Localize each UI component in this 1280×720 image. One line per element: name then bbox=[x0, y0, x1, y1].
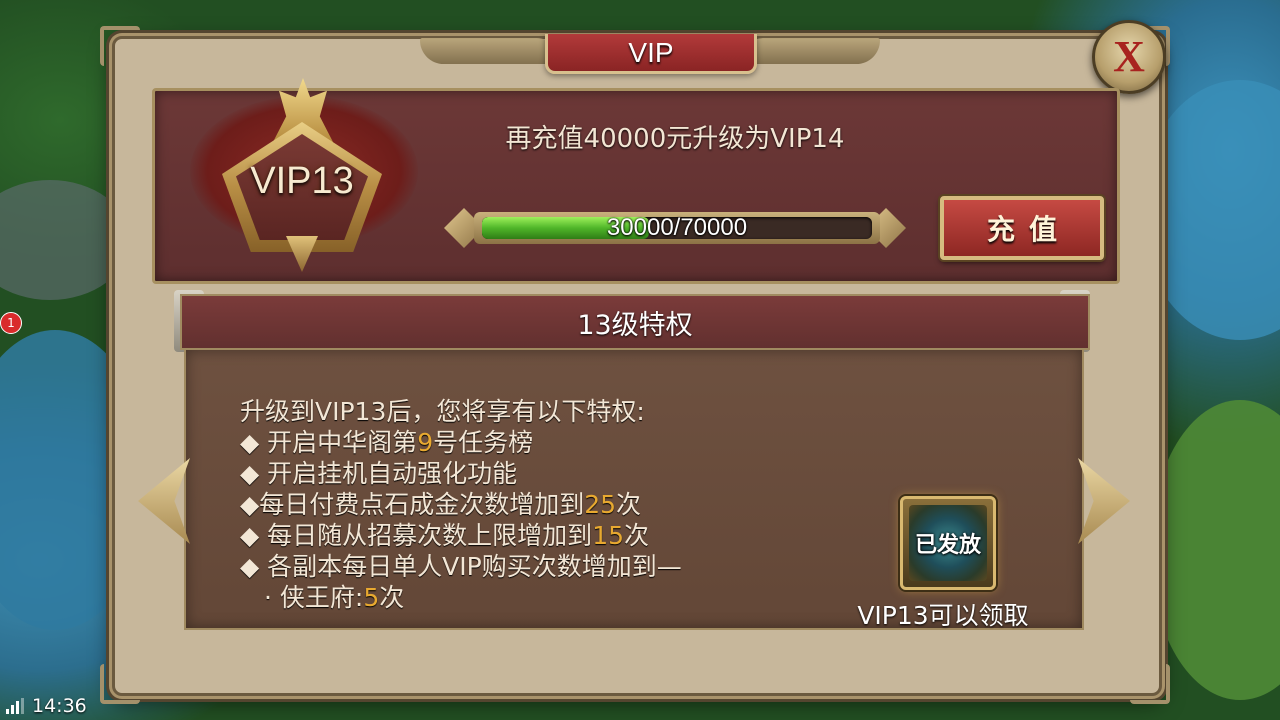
progress-text: 30000/70000 bbox=[606, 214, 748, 241]
reward-caption: VIP13可以领取 bbox=[857, 601, 1029, 630]
dialog-title: VIP bbox=[628, 36, 674, 68]
privilege-item: ◆ 开启挂机自动强化功能 bbox=[240, 459, 518, 488]
privilege-item: ◆ 每日随从招募次数上限增加到15次 bbox=[240, 521, 650, 550]
recharge-button[interactable]: 充值 bbox=[940, 196, 1104, 260]
frame-corner-ornament bbox=[1130, 664, 1170, 704]
reward-status-badge: 已发放 bbox=[914, 533, 981, 558]
rock-terrain bbox=[0, 180, 130, 300]
privilege-header: 13级特权 bbox=[180, 294, 1090, 350]
title-ornament bbox=[420, 38, 560, 64]
grass-terrain bbox=[1150, 400, 1280, 700]
privilege-list: 升级到VIP13后，您将享有以下特权: ◆ 开启中华阁第9号任务榜 ◆ 开启挂机… bbox=[240, 396, 840, 613]
clock-time: 14:36 bbox=[32, 695, 87, 717]
status-bar: 14:36 bbox=[6, 694, 87, 718]
upgrade-message: 再充值40000元升级为VIP14 bbox=[505, 124, 845, 154]
current-vip-level: VIP13 bbox=[250, 160, 354, 202]
gift-icon: 已发放 bbox=[909, 505, 987, 581]
privilege-item: ◆ 各副本每日单人VIP购买次数增加到— bbox=[240, 552, 682, 581]
title-ornament bbox=[740, 38, 880, 64]
close-icon: X bbox=[1113, 32, 1145, 81]
privilege-intro: 升级到VIP13后，您将享有以下特权: bbox=[240, 397, 645, 426]
signal-icon bbox=[6, 698, 24, 714]
frame-corner-ornament bbox=[100, 664, 140, 704]
privilege-item: ◆ 开启中华阁第9号任务榜 bbox=[240, 428, 534, 457]
privilege-title: 13级特权 bbox=[577, 309, 693, 341]
reward-gift-box[interactable]: 已发放 bbox=[900, 496, 996, 590]
privilege-item: ◆每日付费点石成金次数增加到25次 bbox=[240, 490, 642, 519]
recharge-button-label: 充值 bbox=[986, 213, 1071, 246]
notification-badge[interactable]: 1 bbox=[0, 312, 22, 334]
privilege-sub-item: · 侠王府:5次 bbox=[264, 583, 405, 612]
close-button[interactable]: X bbox=[1092, 20, 1166, 94]
dialog-title-tab: VIP bbox=[545, 34, 757, 74]
frame-corner-ornament bbox=[100, 26, 140, 66]
